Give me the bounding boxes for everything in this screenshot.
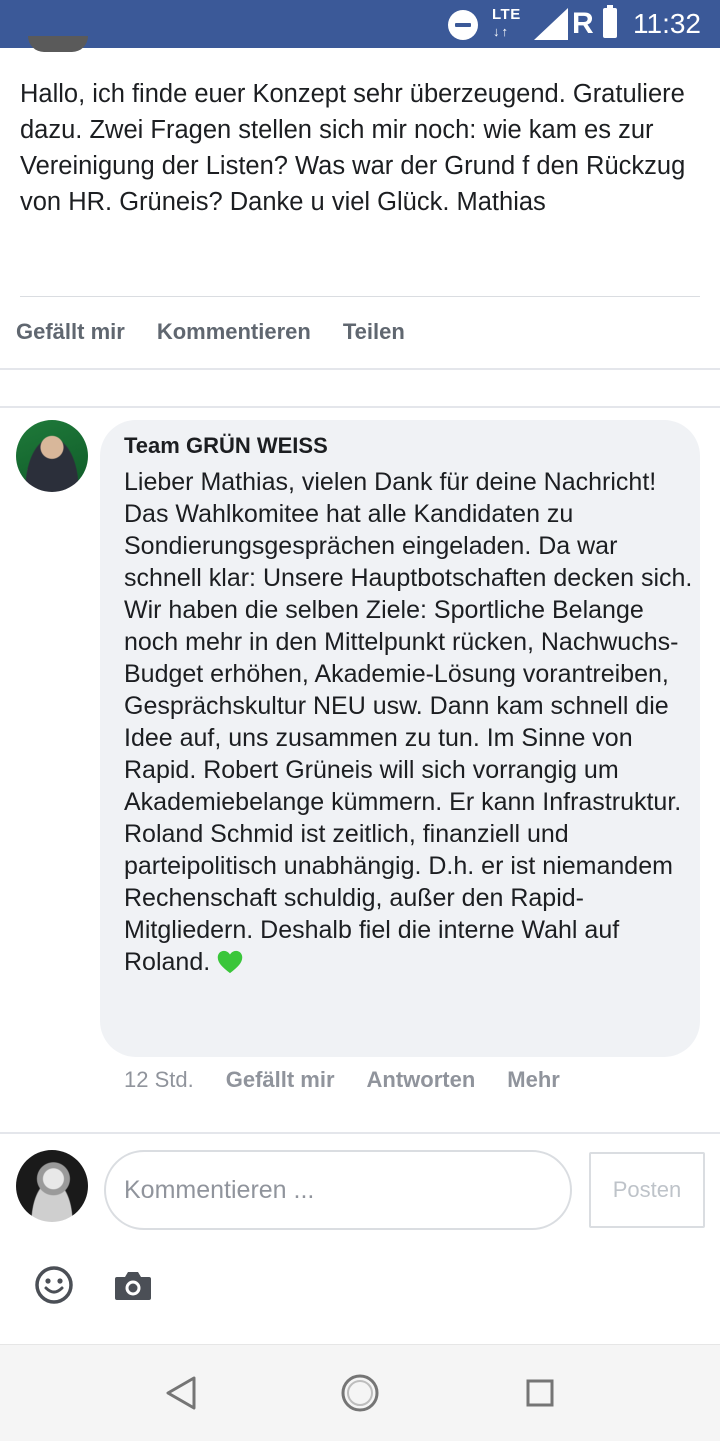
comment-timestamp[interactable]: 12 Std.: [124, 1064, 194, 1096]
comment-like-button[interactable]: Gefällt mir: [226, 1064, 335, 1096]
camera-icon[interactable]: [114, 1268, 152, 1302]
current-user-avatar: [16, 1150, 88, 1222]
comment-meta: 12 Std. Gefällt mir Antworten Mehr: [124, 1064, 560, 1096]
green-heart-icon: [217, 950, 243, 974]
battery-icon: [603, 5, 617, 38]
comment-body: Lieber Mathias, vielen Dank für deine Na…: [124, 468, 693, 976]
emoji-icon[interactable]: [34, 1265, 74, 1305]
more-button[interactable]: Mehr: [507, 1064, 560, 1096]
recents-icon[interactable]: [526, 1379, 554, 1407]
post-actions: Gefällt mir Kommentieren Teilen: [16, 312, 405, 352]
comment-button[interactable]: Kommentieren: [157, 312, 311, 352]
data-activity-icon: ↓↑: [493, 24, 510, 39]
divider: [0, 1132, 720, 1134]
clock: 11:32: [633, 8, 701, 39]
comment-text: Lieber Mathias, vielen Dank für deine Na…: [124, 466, 694, 978]
status-bar: LTE ↓↑ R 11:32: [0, 0, 720, 48]
post-button[interactable]: Posten: [589, 1152, 705, 1228]
like-button[interactable]: Gefällt mir: [16, 312, 125, 352]
post-author-avatar[interactable]: [28, 36, 88, 52]
share-button[interactable]: Teilen: [343, 312, 405, 352]
home-icon[interactable]: [340, 1373, 380, 1413]
commenter-avatar[interactable]: [16, 420, 88, 492]
section-separator: [0, 368, 720, 408]
signal-icon: [534, 8, 568, 40]
comment-author[interactable]: Team GRÜN WEISS: [124, 430, 328, 462]
reply-button[interactable]: Antworten: [367, 1064, 476, 1096]
do-not-disturb-icon: [448, 10, 478, 40]
comment-input[interactable]: [104, 1150, 572, 1230]
back-icon[interactable]: [164, 1375, 198, 1411]
post-text: Hallo, ich finde euer Konzept sehr überz…: [20, 80, 686, 216]
divider: [20, 296, 700, 297]
roaming-indicator: R: [572, 7, 594, 40]
system-nav-bar: [0, 1344, 720, 1441]
network-type: LTE: [492, 6, 521, 23]
